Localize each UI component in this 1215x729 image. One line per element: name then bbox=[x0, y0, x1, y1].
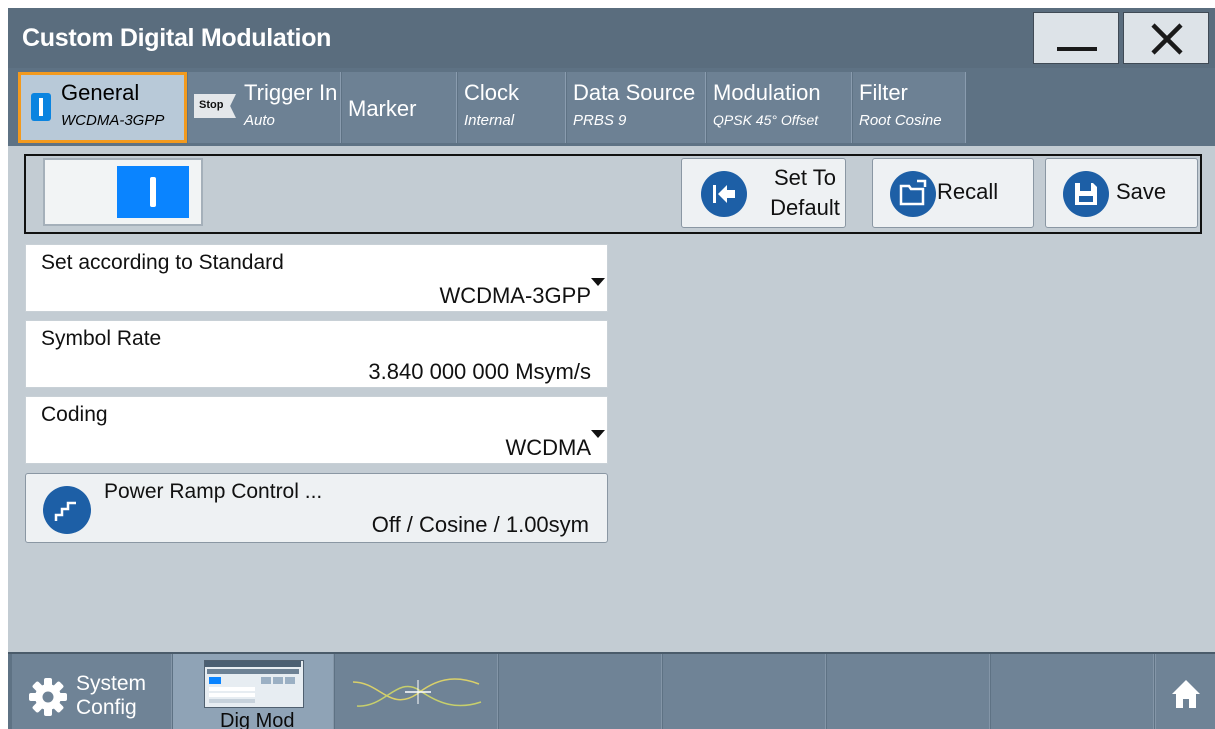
coding-value: WCDMA bbox=[505, 435, 591, 460]
set-to-default-button[interactable]: Set To Default bbox=[681, 158, 846, 228]
dropdown-arrow-icon bbox=[591, 278, 605, 286]
symbol-rate-label: Symbol Rate bbox=[41, 327, 162, 350]
coding-dropdown[interactable]: Coding WCDMA bbox=[25, 396, 608, 464]
minimize-button[interactable] bbox=[1033, 12, 1119, 64]
tab-trigger-in[interactable]: Stop Trigger In Auto bbox=[188, 72, 341, 143]
dropdown-arrow-icon bbox=[591, 430, 605, 438]
floppy-disk-icon bbox=[1063, 171, 1109, 217]
tab-sublabel: PRBS 9 bbox=[573, 112, 627, 129]
system-config-label: System Config bbox=[76, 672, 146, 720]
save-button[interactable]: Save bbox=[1045, 158, 1198, 228]
coding-label: Coding bbox=[41, 403, 108, 426]
set-default-line1: Set To bbox=[774, 165, 836, 190]
taskbar-slot-empty[interactable] bbox=[827, 654, 990, 729]
tab-label: General bbox=[61, 80, 140, 105]
tab-label: Filter bbox=[859, 80, 908, 105]
window-title: Custom Digital Modulation bbox=[22, 24, 332, 52]
home-button[interactable] bbox=[1155, 654, 1215, 729]
symbol-rate-value: 3.840 000 000 Msym/s bbox=[368, 359, 591, 384]
content-panel: Set To Default Recall Save Set according… bbox=[8, 146, 1215, 652]
tab-marker[interactable]: Marker bbox=[342, 72, 457, 143]
tab-sublabel: WCDMA-3GPP bbox=[61, 112, 165, 129]
power-ramp-label: Power Ramp Control ... bbox=[104, 480, 323, 503]
taskbar-slot-empty[interactable] bbox=[499, 654, 662, 729]
set-default-icon bbox=[701, 171, 747, 217]
tab-label: Marker bbox=[348, 96, 417, 121]
taskbar-slot-empty[interactable] bbox=[991, 654, 1154, 729]
set-default-label: Set To Default bbox=[770, 163, 840, 223]
close-icon bbox=[1151, 23, 1183, 55]
tab-label: Modulation bbox=[713, 80, 821, 105]
folder-open-icon bbox=[890, 171, 936, 217]
standard-value: WCDMA-3GPP bbox=[439, 283, 591, 308]
power-ramp-control-button[interactable]: Power Ramp Control ... Off / Cosine / 1.… bbox=[25, 473, 608, 543]
toolbar: Set To Default Recall Save bbox=[24, 154, 1202, 234]
recall-label: Recall bbox=[937, 179, 999, 204]
tab-clock[interactable]: Clock Internal bbox=[458, 72, 566, 143]
tab-data-source[interactable]: Data Source PRBS 9 bbox=[567, 72, 706, 143]
tab-label: Trigger In bbox=[244, 80, 338, 105]
stop-badge: Stop bbox=[194, 94, 236, 118]
title-bar: Custom Digital Modulation bbox=[8, 8, 1215, 68]
dig-mod-thumbnail bbox=[204, 660, 304, 708]
save-label: Save bbox=[1116, 179, 1167, 204]
tab-label: Clock bbox=[464, 80, 520, 105]
power-ramp-value: Off / Cosine / 1.00sym bbox=[371, 512, 589, 537]
tab-modulation[interactable]: Modulation QPSK 45° Offset bbox=[707, 72, 852, 143]
set-default-line2: Default bbox=[770, 195, 840, 220]
tab-bar: General WCDMA-3GPP Stop Trigger In Auto … bbox=[8, 70, 1215, 146]
system-config-button[interactable]: System Config bbox=[12, 654, 172, 729]
tab-general[interactable]: General WCDMA-3GPP bbox=[18, 72, 187, 143]
tab-sublabel: Auto bbox=[244, 112, 275, 129]
gear-icon bbox=[29, 678, 67, 716]
dig-mod-label: Dig Mod bbox=[220, 710, 295, 729]
taskbar: System Config Dig Mod bbox=[8, 652, 1215, 729]
dig-mod-taskbar-item[interactable]: Dig Mod bbox=[173, 654, 334, 729]
power-on-icon bbox=[117, 166, 189, 218]
system-config-line2: Config bbox=[76, 696, 137, 719]
tab-sublabel: Internal bbox=[464, 112, 515, 129]
tab-filter[interactable]: Filter Root Cosine bbox=[853, 72, 966, 143]
waveform-taskbar-item[interactable] bbox=[335, 654, 498, 729]
waveform-icon bbox=[352, 678, 482, 707]
system-config-line1: System bbox=[76, 672, 147, 695]
standard-dropdown[interactable]: Set according to Standard WCDMA-3GPP bbox=[25, 244, 608, 312]
recall-button[interactable]: Recall bbox=[872, 158, 1034, 228]
taskbar-slot-empty[interactable] bbox=[663, 654, 826, 729]
tab-label: Data Source bbox=[573, 80, 696, 105]
state-on-icon bbox=[31, 93, 51, 121]
close-button[interactable] bbox=[1123, 12, 1209, 64]
minimize-icon bbox=[1057, 47, 1097, 51]
symbol-rate-field[interactable]: Symbol Rate 3.840 000 000 Msym/s bbox=[25, 320, 608, 388]
ramp-icon bbox=[43, 486, 91, 534]
state-toggle[interactable] bbox=[43, 158, 203, 226]
tab-sublabel: QPSK 45° Offset bbox=[713, 112, 819, 128]
home-icon bbox=[1172, 680, 1200, 708]
standard-label: Set according to Standard bbox=[41, 251, 284, 274]
tab-sublabel: Root Cosine bbox=[859, 112, 942, 129]
dialog-window: Custom Digital Modulation General WCDMA-… bbox=[8, 8, 1215, 729]
